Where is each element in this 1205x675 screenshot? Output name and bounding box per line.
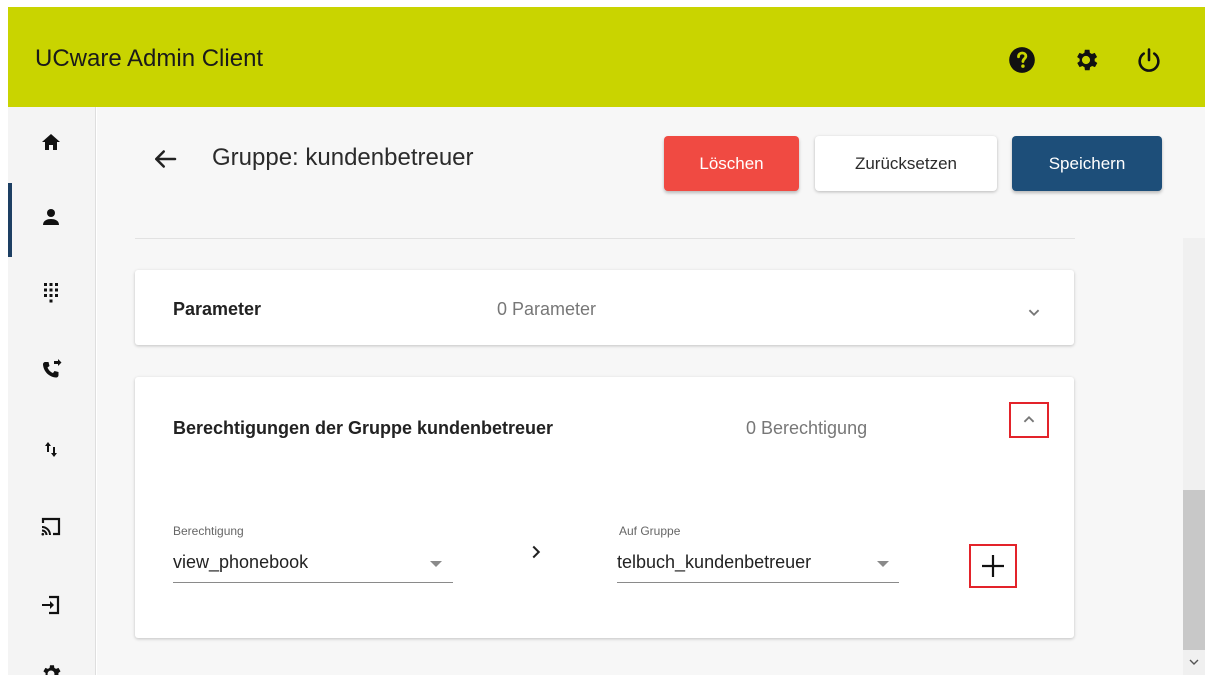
plus-icon — [982, 555, 1004, 577]
home-icon — [42, 134, 60, 150]
scroll-down-icon[interactable] — [1188, 656, 1200, 668]
sidebar-item-cast[interactable] — [8, 497, 96, 557]
chevron-up-icon[interactable] — [1009, 402, 1049, 438]
parameter-panel-title: Parameter — [173, 299, 262, 319]
dialpad-icon — [44, 283, 58, 303]
login-icon — [42, 595, 60, 615]
app-title: UCware Admin Client — [35, 45, 264, 72]
sidebar-item-users[interactable] — [8, 183, 96, 257]
add-permission-button[interactable] — [969, 544, 1017, 588]
back-arrow-icon[interactable] — [150, 144, 180, 174]
help-icon[interactable] — [1008, 46, 1036, 74]
group-select[interactable]: telbuch_kundenbetreuer — [617, 552, 811, 573]
sort-arrows-icon — [45, 442, 57, 457]
reset-button[interactable]: Zurücksetzen — [815, 136, 997, 191]
chevron-down-icon[interactable] — [1023, 301, 1045, 323]
parameter-count: 0 Parameter — [497, 299, 597, 319]
settings-icon[interactable] — [1072, 46, 1100, 74]
dropdown-arrow-icon[interactable] — [877, 561, 889, 567]
scrollbar-thumb[interactable] — [1183, 490, 1205, 650]
top-app-bar: UCware Admin Client — [8, 7, 1205, 107]
settings-icon — [43, 665, 61, 675]
save-button[interactable]: Speichern — [1012, 136, 1162, 191]
chevron-right-icon — [525, 541, 547, 563]
permission-field-underline — [173, 582, 453, 583]
group-field-label: Auf Gruppe — [619, 524, 681, 538]
sidebar-item-login[interactable] — [8, 575, 96, 635]
sidebar — [8, 107, 96, 675]
dropdown-arrow-icon[interactable] — [430, 561, 442, 567]
cast-icon — [41, 517, 61, 536]
permission-field-label: Berechtigung — [173, 524, 244, 538]
permissions-count: 0 Berechtigung — [746, 418, 868, 438]
section-divider — [135, 238, 1075, 239]
parameter-panel[interactable]: Parameter 0 Parameter — [135, 270, 1074, 345]
power-icon[interactable] — [1135, 46, 1163, 74]
sidebar-item-home[interactable] — [8, 112, 96, 172]
sidebar-item-call-forwarding[interactable] — [8, 340, 96, 400]
group-field-underline — [617, 582, 899, 583]
permission-select[interactable]: view_phonebook — [173, 552, 308, 573]
user-icon — [43, 209, 59, 225]
permissions-panel: Berechtigungen der Gruppe kundenbetreuer… — [135, 377, 1074, 638]
sidebar-item-sorting[interactable] — [8, 419, 96, 479]
sidebar-item-settings[interactable] — [8, 644, 96, 675]
phone-forward-icon — [43, 359, 62, 378]
permissions-panel-title: Berechtigungen der Gruppe kundenbetreuer — [173, 418, 554, 438]
sidebar-item-dialpad[interactable] — [8, 262, 96, 322]
delete-button[interactable]: Löschen — [664, 136, 799, 191]
page-title: Gruppe: kundenbetreuer — [212, 144, 474, 171]
